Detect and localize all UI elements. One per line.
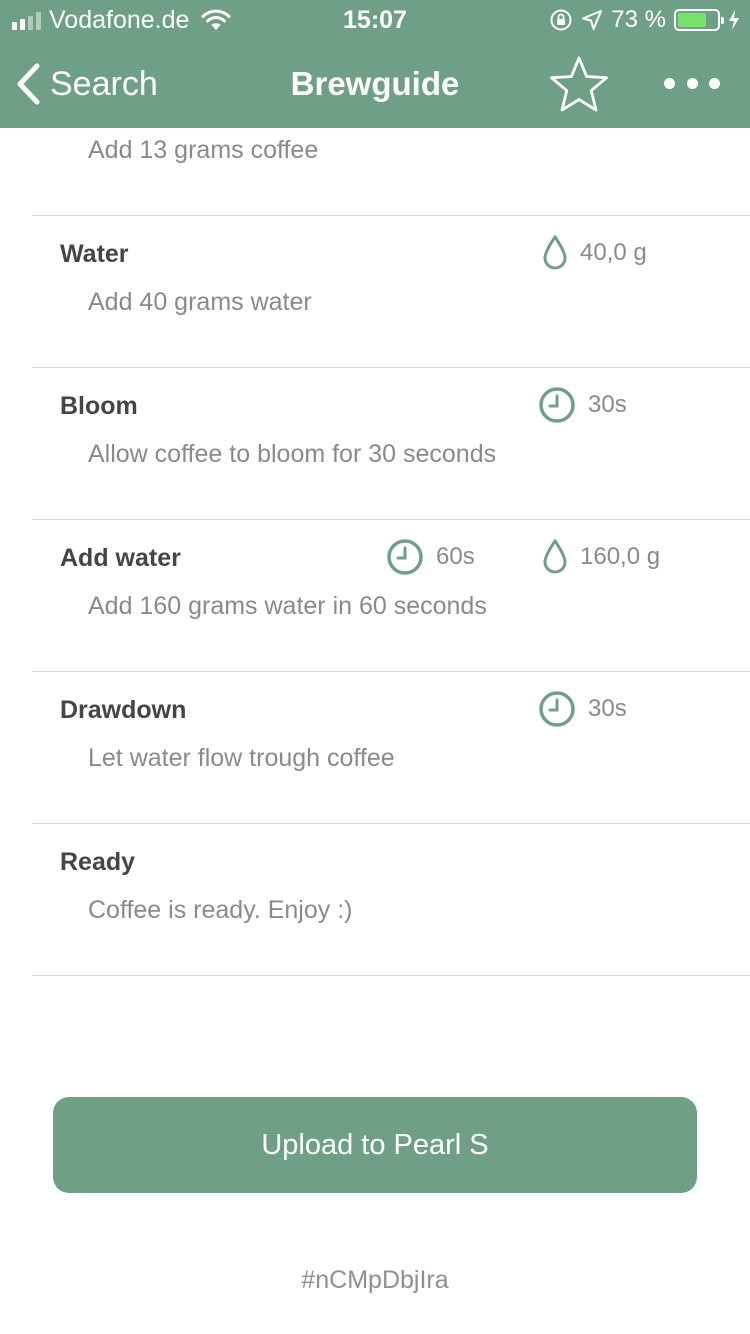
step-water: Water 40,0 g Add 40 grams water bbox=[32, 216, 750, 368]
more-icon[interactable] bbox=[664, 70, 720, 96]
status-right: 73 % bbox=[549, 6, 740, 34]
time-amount: 30s bbox=[588, 695, 627, 722]
water-amount: 160,0 g bbox=[580, 543, 661, 570]
step-time: 30s bbox=[538, 691, 627, 727]
step-coffee: Add 13 grams coffee bbox=[32, 128, 750, 216]
step-water-amount: 160,0 g bbox=[542, 539, 661, 574]
time-amount: 60s bbox=[436, 543, 475, 570]
step-title: Bloom bbox=[60, 392, 138, 420]
clock-icon bbox=[387, 539, 423, 575]
step-title: Ready bbox=[60, 848, 136, 876]
step-description: Allow coffee to bloom for 30 seconds bbox=[88, 440, 497, 468]
step-description: Add 40 grams water bbox=[88, 288, 312, 316]
charging-icon bbox=[729, 10, 739, 30]
brew-steps-list: Add 13 grams coffee Water 40,0 g Add 40 … bbox=[0, 128, 750, 976]
step-title: Drawdown bbox=[60, 696, 187, 724]
step-title: Add water bbox=[60, 544, 181, 572]
step-time: 30s bbox=[538, 387, 627, 423]
battery-fill bbox=[678, 13, 706, 27]
clock-icon bbox=[539, 387, 575, 423]
battery-percent: 73 % bbox=[611, 6, 666, 33]
location-icon bbox=[582, 10, 603, 30]
step-description: Add 160 grams water in 60 seconds bbox=[88, 592, 487, 620]
water-drop-icon bbox=[543, 539, 567, 574]
orientation-lock-icon bbox=[550, 9, 572, 31]
star-icon[interactable] bbox=[548, 54, 610, 116]
step-description: Add 13 grams coffee bbox=[88, 136, 319, 164]
upload-to-pearl-button[interactable]: Upload to Pearl S bbox=[53, 1097, 697, 1193]
water-amount: 40,0 g bbox=[580, 239, 647, 266]
battery-icon bbox=[674, 9, 724, 31]
page-title: Brewguide bbox=[290, 65, 460, 102]
step-description: Let water flow trough coffee bbox=[88, 744, 395, 772]
step-water-amount: 40,0 g bbox=[542, 235, 647, 270]
water-drop-icon bbox=[543, 235, 567, 270]
step-title: Water bbox=[60, 240, 129, 268]
step-bloom: Bloom 30s Allow coffee to bloom for 30 s… bbox=[32, 368, 750, 520]
step-ready: Ready Coffee is ready. Enjoy :) bbox=[32, 824, 750, 976]
status-bar: Vodafone.de 15:07 73 % bbox=[0, 0, 750, 40]
clock-icon bbox=[539, 691, 575, 727]
step-drawdown: Drawdown 30s Let water flow trough coffe… bbox=[32, 672, 750, 824]
recipe-hashtag: #nCMpDbjIra bbox=[301, 1266, 449, 1294]
step-time: 60s bbox=[386, 539, 475, 575]
step-add-water: Add water 60s 160,0 g Add 160 grams wate… bbox=[32, 520, 750, 672]
navigation-bar: Search Brewguide bbox=[0, 40, 750, 128]
time-amount: 30s bbox=[588, 391, 627, 418]
step-description: Coffee is ready. Enjoy :) bbox=[88, 896, 353, 924]
